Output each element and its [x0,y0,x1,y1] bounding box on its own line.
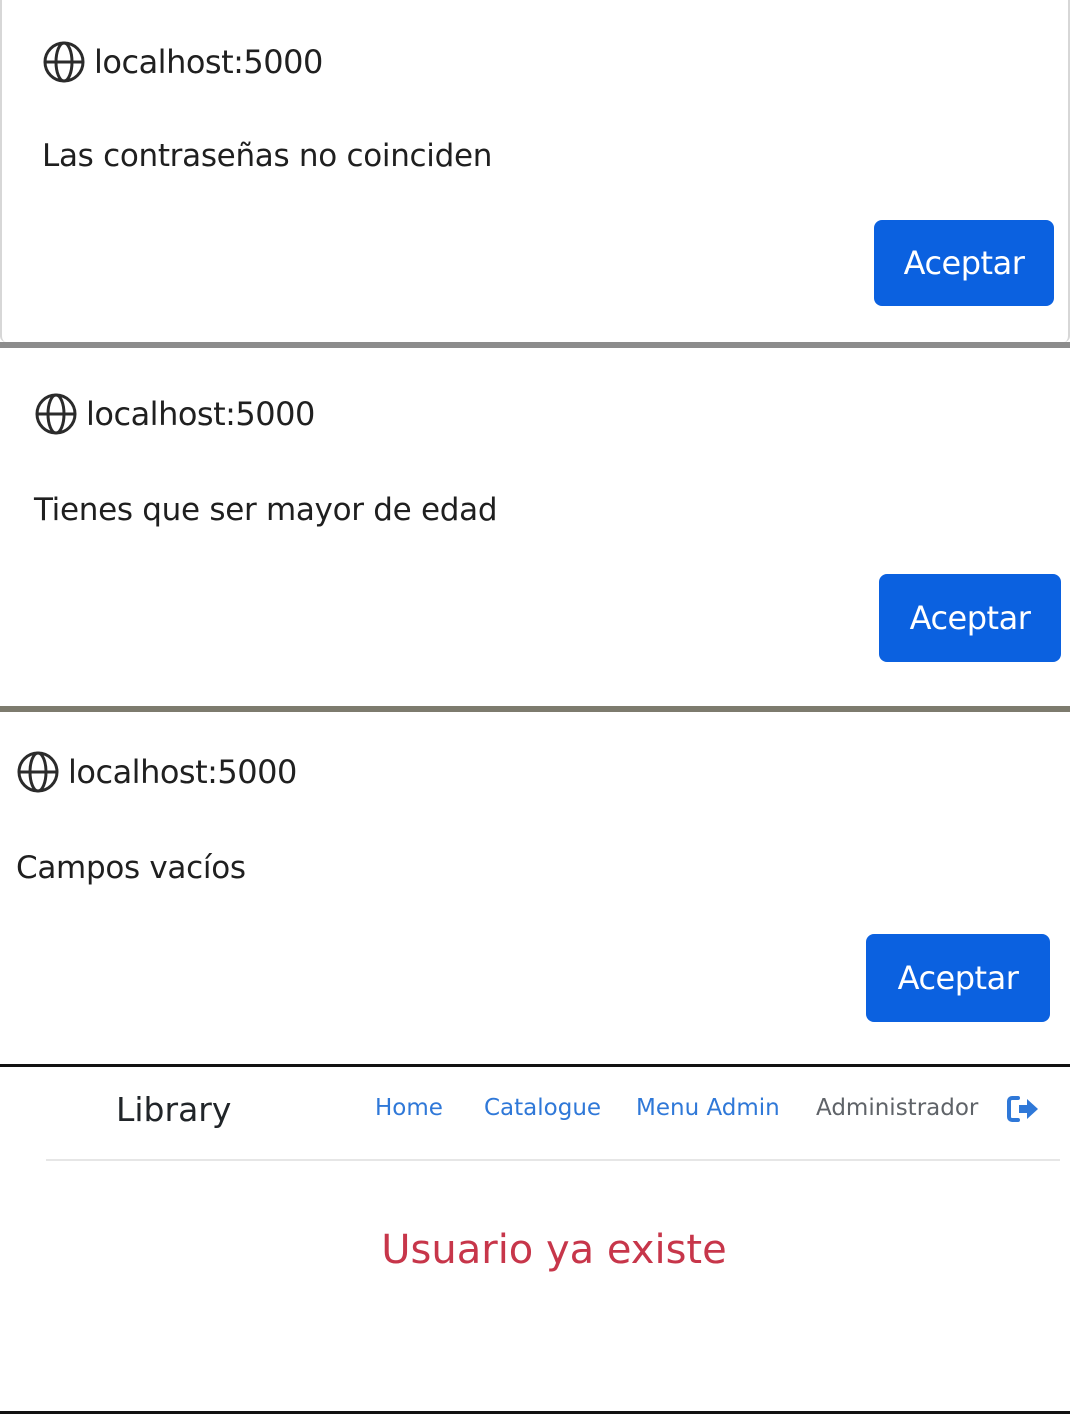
navbar-divider [46,1159,1060,1161]
nav-link-menu-admin[interactable]: Menu Admin [636,1095,780,1121]
dialog-message: Las contraseñas no coinciden [42,138,493,174]
globe-icon [35,393,77,435]
dialog-message: Tienes que ser mayor de edad [34,492,498,528]
dialog-origin-text: localhost:5000 [68,753,297,791]
accept-button[interactable]: Aceptar [874,220,1054,306]
accept-button[interactable]: Aceptar [866,934,1050,1022]
navbar-brand[interactable]: Library [116,1090,231,1129]
dialog-message: Campos vacíos [16,850,246,886]
globe-icon [43,41,85,83]
alert-dialog-passwords: localhost:5000 Las contraseñas no coinci… [0,0,1070,342]
dialog-origin: localhost:5000 [34,392,315,436]
dialog-origin: localhost:5000 [42,40,323,84]
dialog-origin-text: localhost:5000 [86,395,315,433]
accept-button[interactable]: Aceptar [879,574,1061,662]
alert-dialog-empty-fields: localhost:5000 Campos vacíos Aceptar [0,712,1070,1066]
globe-icon [17,751,59,793]
dialog-origin: localhost:5000 [16,750,297,794]
navbar-user: Administrador [816,1095,979,1121]
logout-icon[interactable] [1006,1094,1040,1124]
alert-dialog-age: localhost:5000 Tienes que ser mayor de e… [0,348,1070,706]
dialog-origin-text: localhost:5000 [94,43,323,81]
nav-link-catalogue[interactable]: Catalogue [484,1095,601,1121]
nav-link-home[interactable]: Home [375,1095,443,1121]
error-message: Usuario ya existe [381,1227,727,1273]
